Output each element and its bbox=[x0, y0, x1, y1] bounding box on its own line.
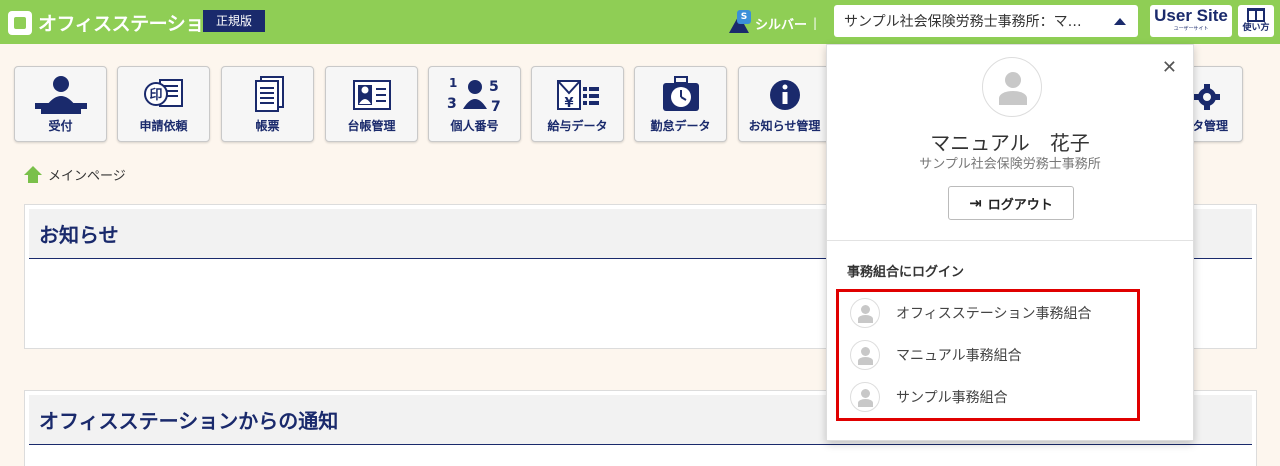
attendance-data-icon bbox=[635, 75, 726, 115]
silver-plan-icon: S bbox=[727, 10, 753, 35]
home-icon[interactable] bbox=[24, 165, 42, 184]
svg-text:¥: ¥ bbox=[564, 96, 573, 111]
plan-label: シルバー bbox=[755, 17, 808, 33]
info-icon bbox=[739, 75, 830, 115]
user-avatar-icon bbox=[850, 298, 880, 328]
association-name: オフィスステーション事務組合 bbox=[896, 306, 1092, 322]
menu-ledger[interactable]: 台帳管理 bbox=[325, 66, 418, 142]
svg-text:印: 印 bbox=[149, 88, 162, 103]
association-login-heading: 事務組合にログイン bbox=[847, 265, 965, 280]
personal-number-icon: 1537 bbox=[429, 75, 520, 115]
svg-text:1: 1 bbox=[449, 76, 457, 90]
edition-badge: 正規版 bbox=[203, 10, 265, 32]
reception-icon bbox=[15, 75, 106, 115]
plan-indicator: S シルバー | bbox=[727, 10, 817, 35]
user-site-button[interactable]: User Site ユーザーサイト bbox=[1150, 5, 1232, 37]
user-avatar bbox=[982, 57, 1042, 117]
menu-label: 受付 bbox=[48, 119, 73, 133]
association-item[interactable]: マニュアル事務組合 bbox=[850, 338, 1022, 372]
menu-label: 台帳管理 bbox=[347, 119, 396, 133]
menu-label: 勤怠データ bbox=[650, 119, 711, 133]
user-avatar-icon bbox=[850, 382, 880, 412]
notices-title: お知らせ bbox=[39, 223, 119, 247]
association-item[interactable]: サンプル事務組合 bbox=[850, 380, 1008, 414]
user-avatar-icon bbox=[850, 340, 880, 370]
app-logo[interactable]: オフィスステーション bbox=[8, 9, 223, 36]
user-name: マニュアル 花子 bbox=[930, 131, 1090, 155]
menu-forms[interactable]: 帳票 bbox=[221, 66, 314, 142]
menu-label: 給与データ bbox=[547, 119, 608, 133]
logout-label: ログアウト bbox=[987, 197, 1053, 213]
user-site-sublabel: ユーザーサイト bbox=[1173, 26, 1209, 32]
user-dropdown: ✕ マニュアル 花子 サンプル社会保険労務士事務所 ⇥ ログアウト 事務組合にロ… bbox=[826, 44, 1194, 441]
help-label: 使い方 bbox=[1242, 23, 1270, 33]
association-list: オフィスステーション事務組合 マニュアル事務組合 サンプル事務組合 bbox=[836, 289, 1140, 421]
office-selector-value: サンプル社会保険労務士事務所：マ… bbox=[844, 14, 1082, 30]
payroll-data-icon: ¥ bbox=[532, 75, 623, 115]
menu-label: 帳票 bbox=[255, 119, 280, 133]
ledger-icon bbox=[326, 75, 417, 115]
forms-icon bbox=[222, 75, 313, 115]
menu-label: お知らせ管理 bbox=[748, 119, 821, 133]
association-name: マニュアル事務組合 bbox=[896, 348, 1022, 364]
menu-personal-number[interactable]: 1537 個人番号 bbox=[428, 66, 521, 142]
menu-notice-management[interactable]: お知らせ管理 bbox=[738, 66, 831, 142]
menu-reception[interactable]: 受付 bbox=[14, 66, 107, 142]
menu-label: タ管理 bbox=[1191, 119, 1228, 133]
menu-attendance-data[interactable]: 勤怠データ bbox=[634, 66, 727, 142]
menu-label: 申請依頼 bbox=[139, 119, 188, 133]
menu-payroll-data[interactable]: ¥ 給与データ bbox=[531, 66, 624, 142]
top-header: オフィスステーション 正規版 S シルバー | サンプル社会保険労務士事務所：マ… bbox=[0, 0, 1280, 44]
menu-application-request[interactable]: 印 申請依頼 bbox=[117, 66, 210, 142]
close-icon[interactable]: ✕ bbox=[1162, 59, 1177, 77]
svg-text:7: 7 bbox=[491, 99, 501, 115]
office-selector[interactable]: サンプル社会保険労務士事務所：マ… bbox=[834, 5, 1138, 37]
help-button[interactable]: 使い方 bbox=[1238, 5, 1274, 37]
association-item[interactable]: オフィスステーション事務組合 bbox=[850, 296, 1091, 330]
book-icon bbox=[1247, 8, 1265, 22]
association-name: サンプル事務組合 bbox=[896, 390, 1008, 406]
breadcrumb: メインページ bbox=[24, 165, 126, 184]
system-notices-title: オフィスステーションからの通知 bbox=[39, 409, 339, 433]
breadcrumb-current: メインページ bbox=[48, 169, 126, 184]
application-request-icon: 印 bbox=[118, 75, 209, 115]
logout-icon: ⇥ bbox=[969, 194, 982, 212]
app-name: オフィスステーション bbox=[38, 13, 223, 35]
menu-label: 個人番号 bbox=[450, 119, 499, 133]
logout-button[interactable]: ⇥ ログアウト bbox=[948, 186, 1074, 220]
svg-text:5: 5 bbox=[489, 79, 499, 95]
logo-icon bbox=[8, 10, 32, 35]
svg-text:3: 3 bbox=[447, 96, 457, 112]
caret-up-icon bbox=[1114, 18, 1126, 25]
divider bbox=[827, 240, 1193, 241]
user-office: サンプル社会保険労務士事務所 bbox=[919, 157, 1101, 172]
user-site-label: User Site bbox=[1154, 6, 1228, 25]
